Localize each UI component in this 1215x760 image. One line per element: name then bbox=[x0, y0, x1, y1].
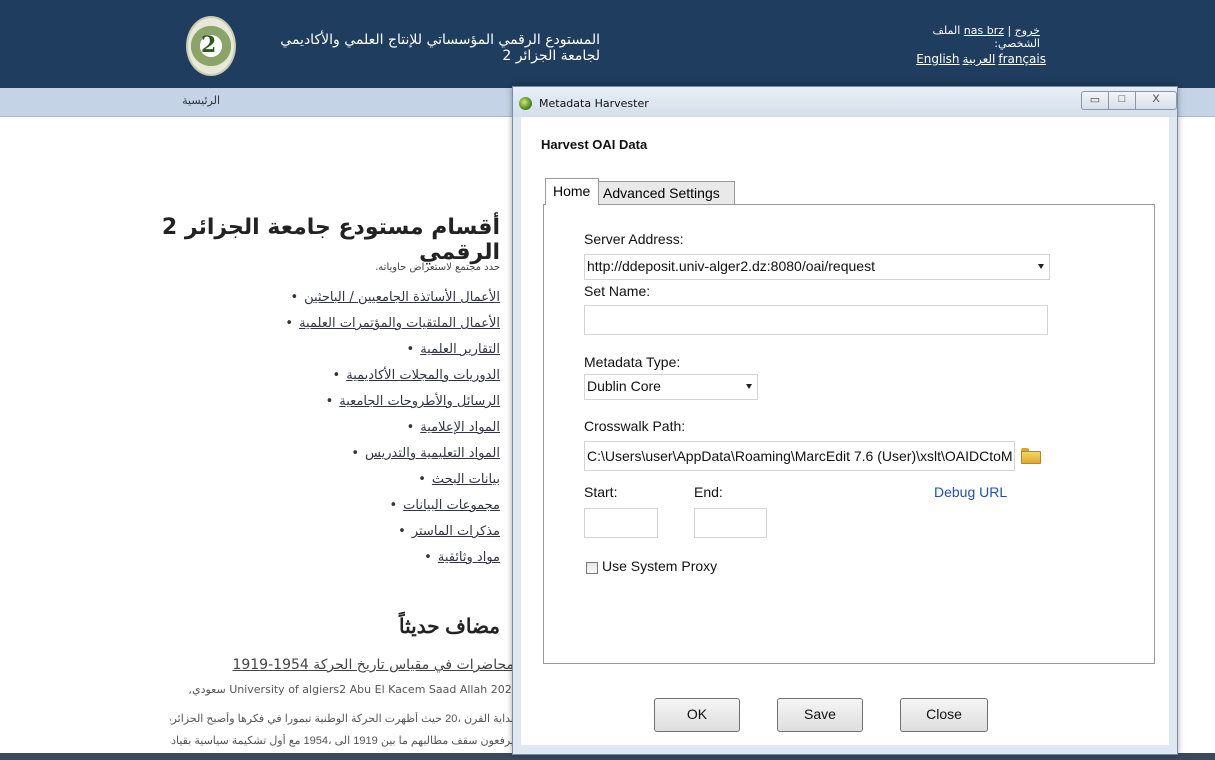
lang-french[interactable]: français bbox=[998, 52, 1046, 66]
breadcrumb-home[interactable]: الرئيسية bbox=[150, 94, 220, 107]
home-tab-panel: Server Address: http://ddeposit.univ-alg… bbox=[543, 204, 1155, 664]
community-link[interactable]: مذكرات الماستر bbox=[412, 524, 500, 539]
recent-heading-wrap: مضاف حديثاً bbox=[100, 614, 500, 639]
community-link[interactable]: الأعمال الأساتذة الجامعيين / الباحثين bbox=[304, 290, 500, 305]
user-links: خروج | nas brz الملف الشخصي: bbox=[890, 24, 1040, 50]
list-item: المواد التعليمية والتدريس• bbox=[351, 446, 500, 461]
list-item: بيانات البحث• bbox=[418, 472, 500, 487]
minimize-button[interactable]: ▭ bbox=[1081, 91, 1109, 110]
logout-link[interactable]: خروج bbox=[1015, 24, 1040, 37]
close-icon: X bbox=[1152, 93, 1160, 105]
debug-url-link[interactable]: Debug URL bbox=[934, 484, 1007, 500]
dropdown-arrow-icon[interactable] bbox=[1038, 264, 1044, 269]
list-item: التقارير العلمية• bbox=[406, 342, 500, 357]
window-titlebar[interactable]: Metadata Harvester ▭ □ X bbox=[513, 87, 1177, 117]
list-item: الأعمال الملتقيات والمؤتمرات العلمية• bbox=[285, 316, 500, 331]
recent-item-abstract-line: يرفعون سقف مطالبهم ما بين 1919 الى ،1954… bbox=[170, 735, 514, 747]
end-label: End: bbox=[694, 484, 723, 500]
tab-home-label: Home bbox=[553, 183, 591, 199]
community-link[interactable]: مجموعات البيانات bbox=[403, 498, 500, 513]
end-input[interactable] bbox=[694, 508, 767, 538]
use-system-proxy-checkbox[interactable] bbox=[586, 562, 598, 574]
community-link[interactable]: التقارير العلمية bbox=[420, 342, 500, 357]
recent-item-title[interactable]: محاضرات في مقياس تاريخ الحركة 1954-1919 bbox=[232, 657, 514, 673]
separator: | bbox=[1004, 24, 1012, 37]
lang-arabic[interactable]: العربية bbox=[963, 52, 996, 66]
minimize-icon: ▭ bbox=[1089, 94, 1101, 106]
start-label: Start: bbox=[584, 484, 618, 500]
save-button[interactable]: Save bbox=[777, 698, 863, 732]
list-item: الدوريات والمجلات الأكاديمية• bbox=[332, 368, 500, 383]
communities-heading: أقسام مستودع جامعة الجزائر 2 الرقمي bbox=[161, 215, 500, 265]
use-system-proxy-label[interactable]: Use System Proxy bbox=[602, 558, 717, 574]
close-button[interactable]: Close bbox=[900, 698, 988, 732]
site-title: المستودع الرقمي المؤسساتي للإنتاج العلمي… bbox=[280, 32, 600, 64]
community-link[interactable]: الأعمال الملتقيات والمؤتمرات العلمية bbox=[299, 316, 500, 331]
community-link[interactable]: المواد الإعلامية bbox=[420, 420, 500, 435]
close-window-button[interactable]: X bbox=[1135, 91, 1177, 110]
lang-english[interactable]: English bbox=[916, 52, 959, 66]
list-item: الأعمال الأساتذة الجامعيين / الباحثين• bbox=[290, 290, 500, 305]
community-link[interactable]: بيانات البحث bbox=[432, 472, 500, 487]
tab-advanced-label: Advanced Settings bbox=[603, 185, 720, 201]
communities-subtitle: حدد مجتمع لاستعراض حاوياته. bbox=[375, 262, 500, 273]
crosswalk-path-value: C:\Users\user\AppData\Roaming\MarcEdit 7… bbox=[587, 448, 1013, 464]
metadata-type-label: Metadata Type: bbox=[584, 354, 681, 370]
tab-advanced-settings[interactable]: Advanced Settings bbox=[597, 181, 735, 204]
crosswalk-path-label: Crosswalk Path: bbox=[584, 418, 686, 434]
metadata-type-select[interactable]: Dublin Core bbox=[584, 374, 758, 400]
start-input[interactable] bbox=[584, 508, 658, 538]
community-link[interactable]: الدوريات والمجلات الأكاديمية bbox=[346, 368, 500, 383]
set-name-label: Set Name: bbox=[584, 283, 651, 299]
list-item: الرسائل والأطروحات الجامعية• bbox=[325, 394, 500, 409]
dropdown-arrow-icon[interactable] bbox=[746, 384, 752, 389]
set-name-input[interactable] bbox=[584, 305, 1048, 335]
server-address-value: http://ddeposit.univ-alger2.dz:8080/oai/… bbox=[587, 258, 875, 274]
maximize-icon: □ bbox=[1118, 93, 1126, 105]
recent-item-title-wrap: محاضرات في مقياس تاريخ الحركة 1954-1919 bbox=[184, 657, 514, 673]
community-link[interactable]: المواد التعليمية والتدريس bbox=[365, 446, 500, 461]
server-address-combo[interactable]: http://ddeposit.univ-alger2.dz:8080/oai/… bbox=[584, 254, 1050, 280]
site-header: 2 المستودع الرقمي المؤسساتي للإنتاج العل… bbox=[0, 0, 1215, 88]
recent-item-meta: (University of algiers2 Abu El Kacem Saa… bbox=[186, 683, 516, 696]
username-link[interactable]: nas brz bbox=[964, 24, 1004, 37]
community-link[interactable]: مواد وثائقية bbox=[438, 550, 500, 565]
metadata-type-value: Dublin Core bbox=[587, 378, 661, 394]
server-address-label: Server Address: bbox=[584, 231, 684, 247]
section-title: Harvest OAI Data bbox=[541, 137, 648, 152]
recent-item-abstract-line: بداية القرن ،20 حيث أظهرت الحركة الوطنية… bbox=[170, 713, 514, 725]
tab-home[interactable]: Home bbox=[545, 178, 599, 205]
list-item: مذكرات الماستر• bbox=[398, 524, 500, 539]
window-controls: ▭ □ X bbox=[1081, 91, 1177, 110]
browse-folder-icon[interactable] bbox=[1021, 448, 1041, 464]
community-link[interactable]: الرسائل والأطروحات الجامعية bbox=[339, 394, 500, 409]
app-icon bbox=[519, 97, 532, 110]
ok-button[interactable]: OK bbox=[654, 698, 740, 732]
communities-list: الأعمال الأساتذة الجامعيين / الباحثين• ا… bbox=[100, 290, 500, 576]
language-switcher: English العربية français bbox=[900, 52, 1046, 66]
recent-heading: مضاف حديثاً bbox=[399, 616, 500, 638]
university-logo[interactable]: 2 bbox=[186, 16, 236, 76]
metadata-harvester-window: Metadata Harvester ▭ □ X Harvest OAI Dat… bbox=[512, 86, 1178, 755]
crosswalk-path-input[interactable]: C:\Users\user\AppData\Roaming\MarcEdit 7… bbox=[584, 441, 1015, 471]
list-item: المواد الإعلامية• bbox=[406, 420, 500, 435]
maximize-button[interactable]: □ bbox=[1108, 91, 1136, 110]
list-item: مواد وثائقية• bbox=[424, 550, 500, 565]
list-item: مجموعات البيانات• bbox=[389, 498, 500, 513]
dialog-client-area: Harvest OAI Data Home Advanced Settings … bbox=[521, 117, 1169, 745]
window-title: Metadata Harvester bbox=[539, 97, 649, 110]
